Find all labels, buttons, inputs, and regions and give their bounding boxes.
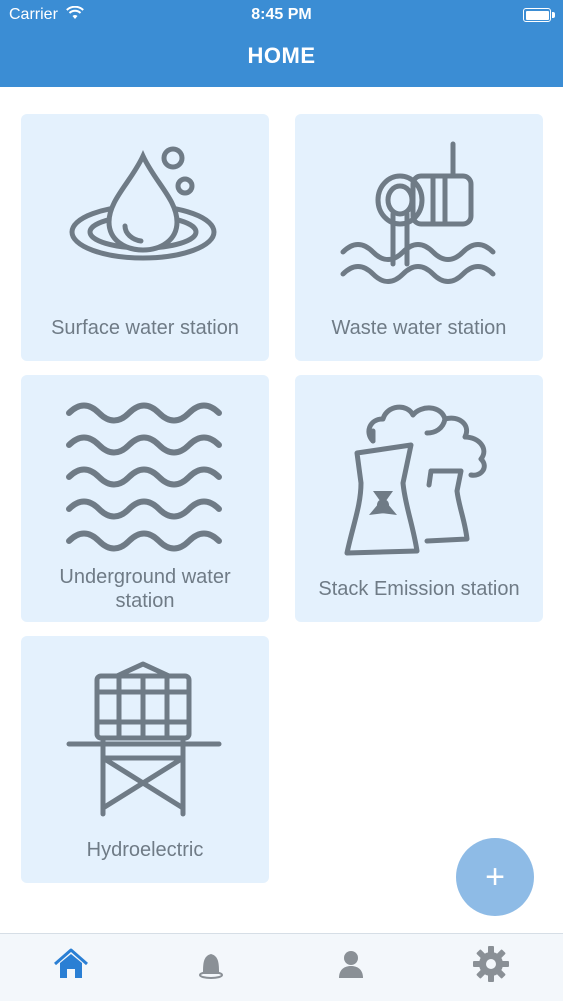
battery-icon	[523, 8, 551, 22]
card-label-line2: station	[115, 590, 175, 612]
card-surface-water-station[interactable]: Surface water station	[21, 114, 269, 361]
battery-tip	[552, 12, 555, 18]
page-title: HOME	[247, 43, 316, 68]
card-label-line1: Underground water	[59, 566, 231, 588]
tab-profile[interactable]	[329, 942, 373, 986]
user-icon	[339, 951, 363, 978]
card-label: Hydroelectric	[86, 839, 204, 861]
status-bar: Carrier 8:45 PM	[0, 0, 563, 30]
card-hydroelectric[interactable]: Hydroelectric	[21, 636, 269, 883]
card-label: Surface water station	[51, 317, 239, 339]
tab-bar	[0, 933, 563, 1001]
card-stack-emission-station[interactable]: Stack Emission station	[295, 375, 543, 622]
card-label: Stack Emission station	[318, 578, 520, 600]
add-button[interactable]: +	[456, 838, 534, 916]
gear-icon	[473, 946, 509, 982]
card-waste-water-station[interactable]: Waste water station	[295, 114, 543, 361]
app-header: Carrier 8:45 PM HOME	[0, 0, 563, 87]
home-icon	[54, 948, 88, 978]
status-time: 8:45 PM	[251, 6, 312, 23]
card-label: Underground water station	[27, 565, 263, 613]
tab-settings[interactable]	[469, 942, 513, 986]
tab-home[interactable]	[49, 942, 93, 986]
tab-notifications[interactable]	[189, 942, 233, 986]
card-underground-water-station[interactable]: Underground water station	[21, 375, 269, 622]
bell-icon	[199, 954, 223, 979]
card-label: Waste water station	[331, 317, 507, 339]
